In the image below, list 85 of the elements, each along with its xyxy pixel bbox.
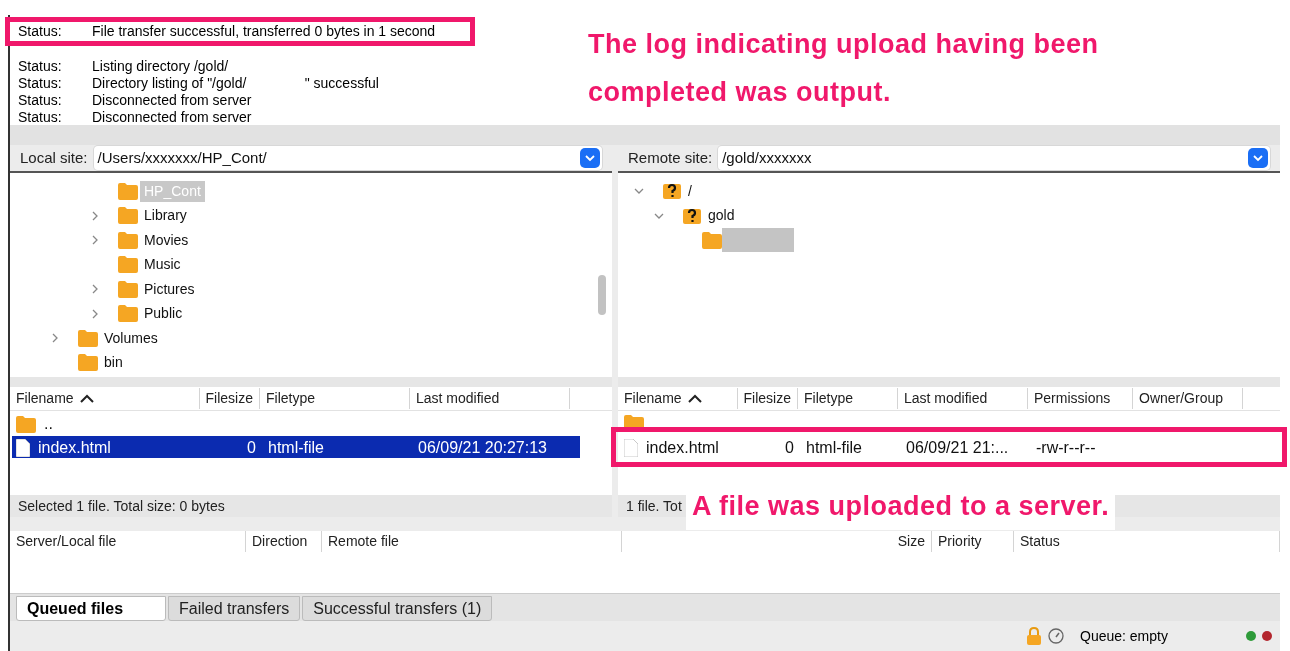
folder-icon (118, 231, 138, 249)
column-header[interactable]: Filename (16, 388, 74, 409)
scrollbar-thumb[interactable] (598, 275, 606, 315)
site-label: Local site: (20, 147, 88, 168)
column-header[interactable]: Last modified (904, 388, 988, 409)
folder-icon (702, 231, 722, 249)
column-header[interactable]: Size (897, 533, 925, 549)
folder-icon (78, 354, 98, 372)
column-header[interactable]: Status (1020, 533, 1060, 549)
tree-item[interactable]: bin (104, 352, 123, 374)
lock-icon (1026, 627, 1042, 645)
queue-tab[interactable]: Failed transfers (168, 596, 301, 621)
folder-icon (78, 329, 98, 347)
log-message: File transfer successful, transferred 0 bytes in 1 second (92, 23, 436, 40)
table-cell-text: html-file (267, 438, 325, 458)
chevron-down-icon (1253, 154, 1263, 162)
log-label: Status: (18, 92, 63, 109)
chevron-right-icon[interactable] (90, 308, 100, 319)
file-name: index.html (646, 438, 719, 458)
tree-item[interactable]: Music (144, 254, 181, 276)
tree-item[interactable]: Volumes (104, 327, 158, 349)
table-cell-text: 06/09/21 21:... (905, 438, 1010, 458)
column-header[interactable]: Server/Local file (16, 533, 117, 549)
tree-item[interactable]: Movies (144, 229, 189, 251)
file-icon (624, 439, 638, 457)
column-header[interactable]: Owner/Group (1139, 388, 1224, 409)
file-row[interactable]: index.html 0 html-file 06/09/21 20:27:13 (12, 436, 580, 458)
table-cell-text: html-file (805, 438, 863, 458)
chevron-right-icon[interactable] (90, 284, 100, 295)
dropdown-button[interactable] (1248, 148, 1268, 168)
tree-item[interactable]: Pictures (144, 278, 195, 300)
chevron-right-icon[interactable] (90, 235, 100, 246)
file-name: .. (44, 414, 53, 434)
column-header[interactable]: Filetype (266, 388, 316, 409)
log-message: Disconnected from server (92, 109, 252, 126)
column-header[interactable]: Filename (624, 388, 682, 409)
sort-ascending-icon (79, 394, 94, 403)
tree-item[interactable]: gold (708, 205, 735, 227)
speed-gauge-icon (1048, 628, 1064, 644)
log-label: Status: (18, 23, 63, 40)
folder-icon (118, 305, 138, 323)
site-path-field[interactable]: /Users/xxxxxxx/HP_Cont/ (93, 146, 602, 170)
column-header[interactable]: Last modified (416, 388, 500, 409)
log-message: Directory listing of "/gold/ " successful (92, 75, 379, 92)
file-row[interactable]: .. (12, 412, 610, 434)
log-message: Listing directory /gold/ (92, 58, 229, 75)
folder-icon (118, 280, 138, 298)
folder-icon (16, 415, 36, 433)
table-cell-text: 0 (246, 438, 257, 458)
pane-status: 1 file. Tot (626, 496, 682, 516)
table-cell-text: 0 (784, 438, 795, 458)
pane-status: Selected 1 file. Total size: 0 bytes (18, 496, 225, 516)
column-header[interactable]: Direction (252, 533, 308, 549)
column-header[interactable]: Filesize (205, 388, 253, 409)
column-header[interactable]: Remote file (328, 533, 399, 549)
question-folder-icon (662, 181, 682, 202)
site-label: Remote site: (628, 147, 713, 168)
log-label: Status: (18, 75, 63, 92)
queue-tab[interactable]: Successful transfers (1) (302, 596, 493, 621)
queue-status: Queue: empty (1080, 626, 1169, 646)
log-message: Disconnected from server (92, 92, 252, 109)
file-name: index.html (38, 438, 111, 458)
tree-item[interactable]: Library (144, 205, 187, 227)
chevron-down-icon (585, 154, 595, 162)
tree-item[interactable]: / (688, 180, 692, 202)
queue-tab[interactable]: Queued files (16, 596, 166, 621)
tree-item[interactable]: Public (144, 303, 183, 325)
folder-icon (118, 182, 138, 200)
folder-icon (118, 207, 138, 225)
chevron-right-icon[interactable] (50, 333, 60, 344)
column-header[interactable]: Filesize (743, 388, 791, 409)
column-header[interactable]: Priority (938, 533, 982, 549)
sort-ascending-icon (687, 394, 702, 403)
table-cell-text: 06/09/21 20:27:13 (417, 438, 548, 458)
file-icon (16, 439, 30, 457)
site-path-field[interactable]: /gold/xxxxxxx (718, 146, 1270, 170)
column-header[interactable]: Permissions (1034, 388, 1111, 409)
folder-icon (118, 256, 138, 274)
column-header[interactable]: Filetype (804, 388, 854, 409)
table-cell-text: -rw-r--r-- (1035, 438, 1097, 458)
file-row[interactable]: index.html 0 html-file 06/09/21 21:... -rw-r--r-- (620, 436, 1278, 458)
dropdown-button[interactable] (580, 148, 600, 168)
chevron-right-icon[interactable] (90, 210, 100, 221)
log-label: Status: (18, 58, 63, 75)
log-label: Status: (18, 109, 63, 126)
